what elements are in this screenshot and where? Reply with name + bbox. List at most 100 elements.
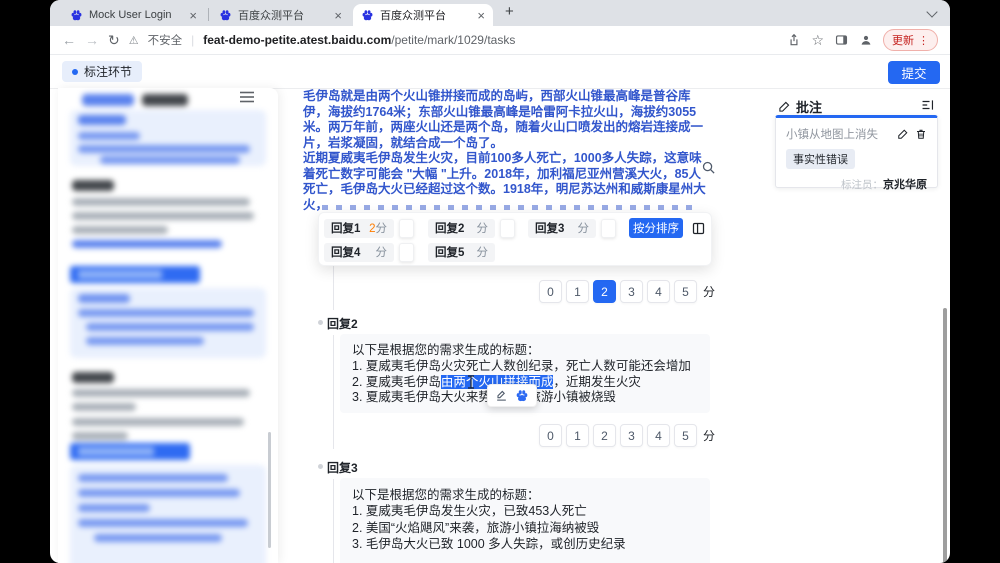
- score-option[interactable]: 2: [593, 280, 616, 303]
- back-button[interactable]: ←: [62, 33, 76, 47]
- address-divider: |: [191, 33, 194, 47]
- reply1-score-row: 0 1 2 3 4 5 分: [539, 280, 715, 303]
- delete-annotation-icon[interactable]: [915, 128, 927, 140]
- tab-zhongce-1[interactable]: 百度众测平台 ×: [211, 4, 350, 26]
- reply2-line2-post: ，近期发生火灾: [553, 375, 641, 389]
- reply3-content-card: 以下是根据您的需求生成的标题： 1. 夏威夷毛伊岛发生火灾，已致453人死亡 2…: [340, 478, 710, 563]
- url-field[interactable]: feat-demo-petite.atest.baidu.com/petite/…: [203, 31, 515, 49]
- reply2-indent-line: [333, 335, 334, 449]
- tab-title: 百度众测平台: [238, 7, 328, 23]
- sidebar-scrollbar[interactable]: [268, 432, 271, 548]
- tab-close-icon[interactable]: ×: [334, 9, 342, 22]
- source-sidebar: [58, 88, 278, 563]
- side-panel-icon[interactable]: [834, 33, 849, 47]
- chip-unit: 分: [477, 223, 489, 235]
- submit-button[interactable]: 提交: [888, 61, 940, 84]
- chip-label: 回复3: [535, 220, 564, 236]
- annotator-label: 标注员：: [841, 179, 883, 191]
- phase-dot-icon: [72, 69, 78, 75]
- reply1-drag-handle[interactable]: [399, 219, 414, 238]
- reply3-bullet-dot: [318, 464, 323, 469]
- baidu-search-icon[interactable]: [515, 389, 529, 403]
- update-button[interactable]: 更新 ⋮: [883, 29, 938, 51]
- tab-title: Mock User Login: [89, 9, 183, 21]
- forward-button[interactable]: →: [85, 33, 99, 47]
- annotation-panel-header: 批注: [778, 97, 822, 116]
- annotation-filter-icon[interactable]: [920, 98, 935, 112]
- chip-label: 回复1: [331, 220, 360, 236]
- reply3-score-chip[interactable]: 回复3 分: [528, 219, 596, 238]
- url-host: feat-demo-petite.atest.baidu.com: [203, 33, 391, 47]
- reply2-intro: 以下是根据您的需求生成的标题：: [352, 343, 698, 359]
- reply3-drag-handle[interactable]: [601, 219, 616, 238]
- reply5-score-chip[interactable]: 回复5 分: [428, 243, 495, 262]
- share-icon[interactable]: [787, 33, 801, 47]
- selection-popup: [487, 384, 537, 407]
- reply3-indent-line: [333, 479, 334, 563]
- chip-unit: 分: [578, 223, 590, 235]
- annotate-pencil-icon[interactable]: [495, 389, 508, 402]
- reply3-intro: 以下是根据您的需求生成的标题：: [352, 487, 698, 503]
- security-warning-icon[interactable]: ⚠: [129, 34, 139, 47]
- score-option[interactable]: 5: [674, 280, 697, 303]
- annotation-card[interactable]: 小镇从地图上消失 事实性错误 标注员：京兆华原: [775, 115, 938, 188]
- score-unit-label: 分: [703, 283, 715, 300]
- clipped-text-line: [322, 205, 700, 210]
- score-option[interactable]: 2: [593, 424, 616, 447]
- score-option[interactable]: 5: [674, 424, 697, 447]
- menu-dots-icon[interactable]: ⋮: [918, 34, 929, 47]
- sort-by-score-button[interactable]: 按分排序: [629, 218, 683, 238]
- baidu-favicon-icon: [219, 9, 232, 22]
- passage-paragraph-2: 近期夏威夷毛伊岛发生火灾，目前100多人死亡，1000多人失踪，这意味着死亡数字…: [303, 151, 707, 213]
- edit-annotation-icon[interactable]: [897, 128, 909, 140]
- reply2-score-row: 0 1 2 3 4 5 分: [539, 424, 715, 447]
- reply4-drag-handle[interactable]: [399, 243, 414, 262]
- reply2-line2-pre: 2. 夏威夷毛伊岛: [352, 375, 441, 389]
- tab-title: 百度众测平台: [380, 7, 471, 23]
- text-cursor-icon: [467, 375, 475, 389]
- url-path: /petite/mark/1029/tasks: [391, 33, 515, 47]
- reply2-drag-handle[interactable]: [500, 219, 515, 238]
- rating-toolbar: 回复1 2分 回复2 分 回复3 分 按分排序 回复4 分: [318, 212, 712, 266]
- sidebar-menu-icon[interactable]: [240, 91, 254, 103]
- edit-pen-icon: [778, 100, 791, 113]
- page-scrollbar[interactable]: [943, 308, 947, 563]
- score-option[interactable]: 1: [566, 424, 589, 447]
- reply3-line1: 1. 夏威夷毛伊岛发生火灾，已致453人死亡: [352, 503, 698, 519]
- chip-label: 回复5: [435, 244, 464, 260]
- baidu-favicon-icon: [361, 9, 374, 22]
- chip-unit: 分: [376, 223, 388, 235]
- tab-close-icon[interactable]: ×: [189, 9, 197, 22]
- chip-label: 回复4: [331, 244, 360, 260]
- reply3-title: 回复3: [327, 459, 358, 476]
- new-tab-button[interactable]: +: [505, 3, 514, 20]
- tab-mock-user-login[interactable]: Mock User Login ×: [62, 4, 205, 26]
- annotation-panel-title: 批注: [796, 97, 822, 116]
- split-view-icon[interactable]: [691, 221, 706, 236]
- score-option[interactable]: 0: [539, 424, 562, 447]
- profile-icon[interactable]: [859, 33, 873, 47]
- annotation-note-text: 小镇从地图上消失: [786, 126, 897, 142]
- magnifier-icon[interactable]: [701, 160, 716, 175]
- chevron-down-icon[interactable]: [926, 6, 937, 17]
- reply2-score-chip[interactable]: 回复2 分: [428, 219, 495, 238]
- security-label[interactable]: 不安全: [148, 32, 183, 48]
- score-option[interactable]: 4: [647, 424, 670, 447]
- reply2-title: 回复2: [327, 315, 358, 332]
- reference-passage: 毛伊岛就是由两个火山锥拼接而成的岛屿，西部火山锥最高峰是普谷库伊，海拔约1764…: [303, 89, 707, 213]
- score-option[interactable]: 3: [620, 424, 643, 447]
- score-option[interactable]: 3: [620, 280, 643, 303]
- reply4-score-chip[interactable]: 回复4 分: [324, 243, 394, 262]
- chip-label: 回复2: [435, 220, 464, 236]
- tab-zhongce-2-active[interactable]: 百度众测平台 ×: [353, 4, 493, 26]
- reply1-score-chip[interactable]: 回复1 2分: [324, 219, 394, 238]
- bookmark-star-icon[interactable]: ☆: [811, 33, 824, 47]
- tab-close-icon[interactable]: ×: [477, 9, 485, 22]
- browser-window: Mock User Login × 百度众测平台 × 百度众测平台 × + ← …: [50, 0, 950, 563]
- score-option[interactable]: 1: [566, 280, 589, 303]
- score-option[interactable]: 0: [539, 280, 562, 303]
- score-option[interactable]: 4: [647, 280, 670, 303]
- update-label: 更新: [892, 32, 914, 48]
- reload-button[interactable]: ↻: [108, 33, 120, 47]
- reply3-line2: 2. 美国“火焰飓风”来袭，旅游小镇拉海纳被毁: [352, 520, 698, 536]
